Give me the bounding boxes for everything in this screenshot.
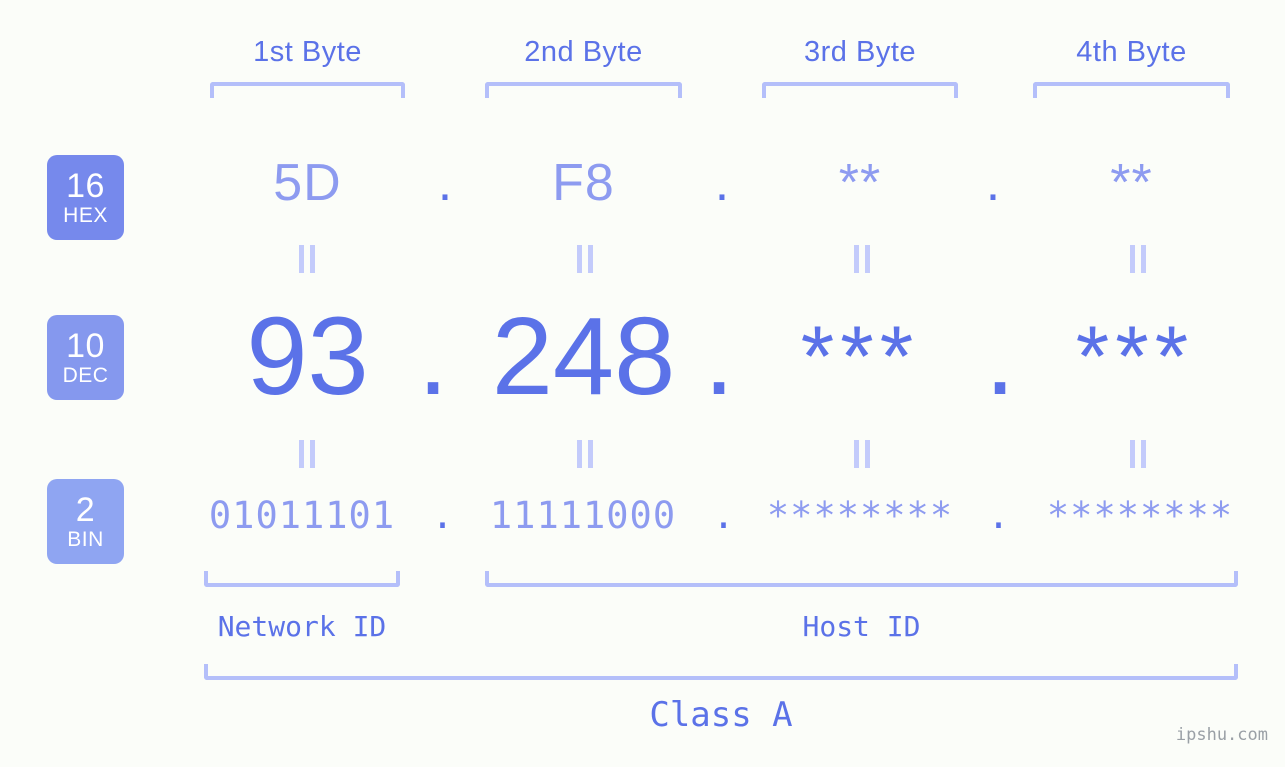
byte-header-1: 1st Byte xyxy=(253,36,362,68)
byte-header-2: 2nd Byte xyxy=(524,36,643,68)
dec-separator-3: . xyxy=(984,295,1016,418)
watermark: ipshu.com xyxy=(1175,725,1268,745)
equals-icon-dec-bin-4 xyxy=(1125,440,1151,468)
hex-separator-1: . xyxy=(437,154,453,212)
hex-byte-2: F8 xyxy=(552,154,615,212)
hex-byte-1: 5D xyxy=(273,154,342,212)
base-badge-bin-label: BIN xyxy=(67,528,104,551)
hex-separator-3: . xyxy=(985,154,1001,212)
bin-byte-2: 11111000 xyxy=(489,494,677,537)
byte-header-3: 3rd Byte xyxy=(804,36,916,68)
ip-address-breakdown-diagram: 1st Byte 2nd Byte 3rd Byte 4th Byte 16 H… xyxy=(0,0,1285,767)
base-badge-dec-number: 10 xyxy=(66,327,105,365)
equals-icon-hex-dec-1 xyxy=(294,245,320,273)
base-badge-hex-number: 16 xyxy=(66,167,105,205)
base-badge-dec: 10 DEC xyxy=(47,315,124,400)
hex-separator-2: . xyxy=(714,154,730,212)
byte-bracket-2 xyxy=(485,82,682,98)
network-id-label: Network ID xyxy=(217,610,387,643)
bin-separator-3: . xyxy=(987,494,1010,537)
dec-byte-1: 93 xyxy=(246,295,369,418)
class-bracket xyxy=(204,664,1238,680)
byte-bracket-4 xyxy=(1033,82,1230,98)
hex-byte-4: ** xyxy=(1110,154,1153,212)
bin-byte-4: ******** xyxy=(1046,494,1234,537)
base-badge-dec-label: DEC xyxy=(62,364,109,387)
base-badge-hex: 16 HEX xyxy=(47,155,124,240)
bin-separator-2: . xyxy=(712,494,735,537)
network-id-bracket xyxy=(204,571,400,587)
dec-separator-2: . xyxy=(703,295,735,418)
hex-byte-3: ** xyxy=(838,154,882,212)
equals-icon-dec-bin-2 xyxy=(572,440,598,468)
host-id-bracket xyxy=(485,571,1238,587)
host-id-label: Host ID xyxy=(802,610,921,643)
bin-byte-3: ******** xyxy=(766,494,954,537)
equals-icon-hex-dec-3 xyxy=(849,245,875,273)
byte-bracket-1 xyxy=(210,82,405,98)
byte-bracket-3 xyxy=(762,82,958,98)
byte-header-4: 4th Byte xyxy=(1076,36,1187,68)
equals-icon-dec-bin-1 xyxy=(294,440,320,468)
dec-byte-4: *** xyxy=(1075,309,1195,405)
dec-byte-2: 248 xyxy=(491,295,676,418)
equals-icon-hex-dec-4 xyxy=(1125,245,1151,273)
bin-byte-1: 01011101 xyxy=(208,494,396,537)
base-badge-hex-label: HEX xyxy=(63,204,108,227)
dec-separator-1: . xyxy=(417,295,449,418)
class-label: Class A xyxy=(649,695,793,735)
equals-icon-dec-bin-3 xyxy=(849,440,875,468)
dec-byte-3: *** xyxy=(800,309,920,405)
bin-separator-1: . xyxy=(431,494,454,537)
base-badge-bin-number: 2 xyxy=(75,491,96,529)
base-badge-bin: 2 BIN xyxy=(47,479,124,564)
equals-icon-hex-dec-2 xyxy=(572,245,598,273)
